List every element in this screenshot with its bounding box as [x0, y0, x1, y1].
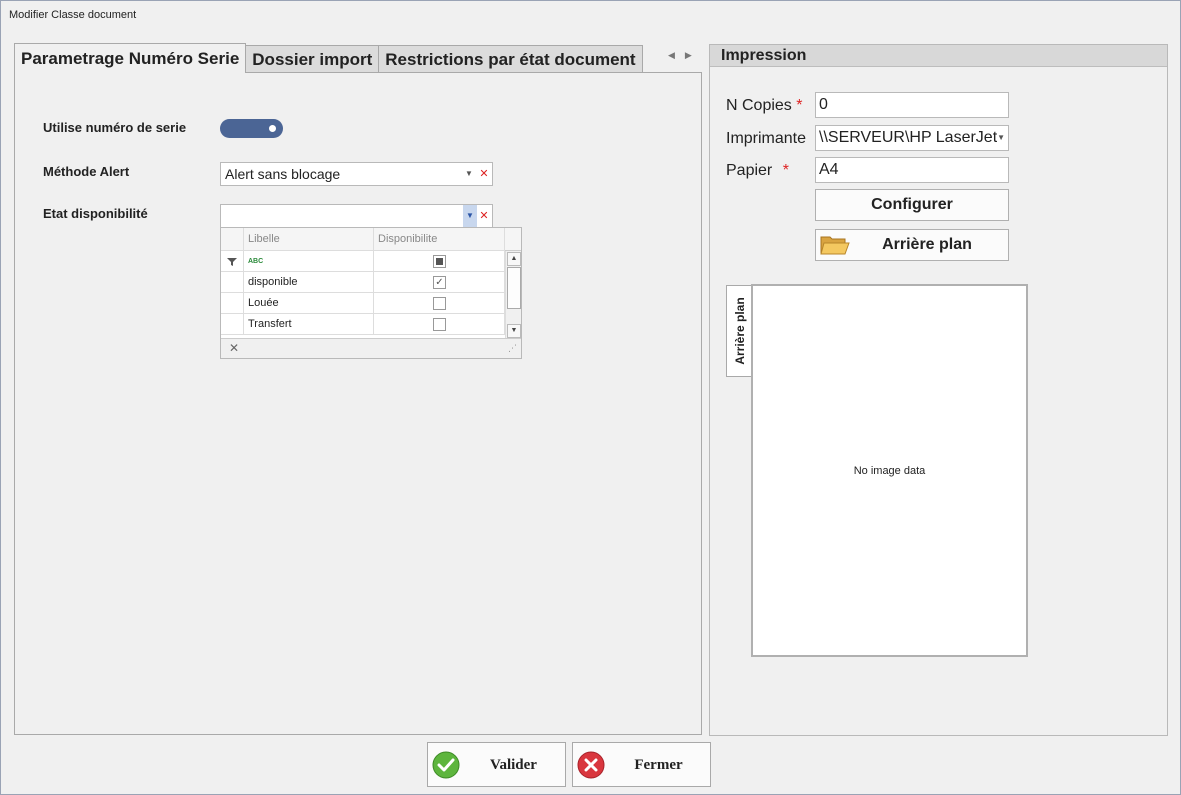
- grid-cell-libelle[interactable]: Louée: [244, 293, 374, 314]
- close-popup-icon[interactable]: ✕: [229, 341, 239, 355]
- printer-select[interactable]: \\SERVEUR\HP LaserJet ▼: [815, 125, 1009, 151]
- alert-method-label: Méthode Alert: [43, 164, 130, 179]
- chevron-down-icon[interactable]: ▼: [462, 163, 476, 185]
- availability-dropdown-grid: Libelle Disponibilite ABC disponible ✓ L…: [220, 227, 522, 359]
- row-indicator: [221, 314, 244, 335]
- copies-label: N Copies *: [726, 97, 803, 115]
- table-row[interactable]: ✓: [374, 272, 505, 293]
- grid-cell-libelle[interactable]: Transfert: [244, 314, 374, 335]
- required-icon: *: [796, 97, 803, 114]
- folder-open-icon: [820, 234, 850, 267]
- tab-dossier-import[interactable]: Dossier import: [245, 45, 380, 73]
- copies-input[interactable]: 0: [815, 92, 1009, 118]
- copies-label-text: N Copies: [726, 97, 792, 114]
- paper-label: Papier *: [726, 162, 789, 180]
- configure-button[interactable]: Configurer: [815, 189, 1009, 221]
- use-serial-label: Utilise numéro de serie: [43, 120, 187, 135]
- grid-footer: ✕ ⋰: [221, 338, 521, 358]
- unchecked-checkbox-icon[interactable]: [433, 297, 446, 310]
- resize-grip-icon[interactable]: ⋰: [508, 343, 517, 354]
- indeterminate-checkbox-icon[interactable]: [433, 255, 446, 268]
- preview-tab[interactable]: Arrière plan: [726, 285, 752, 377]
- filter-text-icon[interactable]: ABC: [244, 251, 374, 272]
- background-preview: No image data: [751, 284, 1028, 657]
- filter-checkbox-cell[interactable]: [374, 251, 505, 272]
- row-indicator: [221, 293, 244, 314]
- checked-checkbox-icon[interactable]: ✓: [433, 276, 446, 289]
- chevron-down-icon[interactable]: ▼: [463, 205, 477, 227]
- row-indicator: [221, 272, 244, 293]
- close-button[interactable]: Fermer: [572, 742, 711, 787]
- availability-label: Etat disponibilité: [43, 206, 148, 221]
- scroll-down-icon[interactable]: ▼: [507, 324, 521, 338]
- printer-label: Imprimante: [726, 130, 807, 147]
- tab-strip: Parametrage Numéro Serie Dossier import …: [14, 43, 643, 73]
- tab-parametrage-numero-serie[interactable]: Parametrage Numéro Serie: [14, 43, 247, 73]
- close-label: Fermer: [634, 757, 683, 773]
- grid-scrollbar[interactable]: ▲ ▼: [505, 251, 521, 339]
- preview-empty-text: No image data: [853, 465, 926, 477]
- grid-indicator-header: [221, 228, 244, 251]
- table-row[interactable]: [374, 314, 505, 335]
- preview-tab-label: Arrière plan: [732, 297, 747, 365]
- scroll-thumb[interactable]: [507, 267, 521, 309]
- validate-button[interactable]: Valider: [427, 742, 566, 787]
- printer-value: \\SERVEUR\HP LaserJet: [819, 129, 998, 146]
- alert-method-value: Alert sans blocage: [225, 166, 341, 182]
- tab-scroll-left-icon[interactable]: ◀: [668, 50, 675, 61]
- column-header-disponibilite[interactable]: Disponibilite: [374, 228, 505, 251]
- tab-restrictions-etat-document[interactable]: Restrictions par état document: [378, 45, 643, 73]
- background-button-label: Arrière plan: [882, 236, 972, 253]
- required-icon: *: [782, 162, 789, 179]
- background-button[interactable]: Arrière plan: [815, 229, 1009, 261]
- availability-select[interactable]: ▼ ✕: [220, 204, 493, 228]
- unchecked-checkbox-icon[interactable]: [433, 318, 446, 331]
- clear-icon[interactable]: ✕: [477, 205, 491, 227]
- tab-scroll-buttons: ◀ ▶: [668, 50, 692, 61]
- scroll-up-icon[interactable]: ▲: [507, 252, 521, 266]
- window-title: Modifier Classe document: [9, 9, 137, 21]
- paper-input[interactable]: A4: [815, 157, 1009, 183]
- toggle-knob: [269, 125, 276, 132]
- tab-scroll-right-icon[interactable]: ▶: [685, 50, 692, 61]
- clear-icon[interactable]: ✕: [477, 163, 491, 185]
- validate-label: Valider: [490, 757, 537, 773]
- use-serial-toggle[interactable]: [220, 119, 283, 138]
- grid-cell-libelle[interactable]: disponible: [244, 272, 374, 293]
- column-header-libelle[interactable]: Libelle: [244, 228, 374, 251]
- table-row[interactable]: [374, 293, 505, 314]
- filter-icon[interactable]: [221, 251, 244, 272]
- impression-title: Impression: [710, 45, 1167, 67]
- chevron-down-icon[interactable]: ▼: [997, 126, 1005, 150]
- paper-label-text: Papier: [726, 162, 773, 179]
- alert-method-select[interactable]: Alert sans blocage ▼ ✕: [220, 162, 493, 186]
